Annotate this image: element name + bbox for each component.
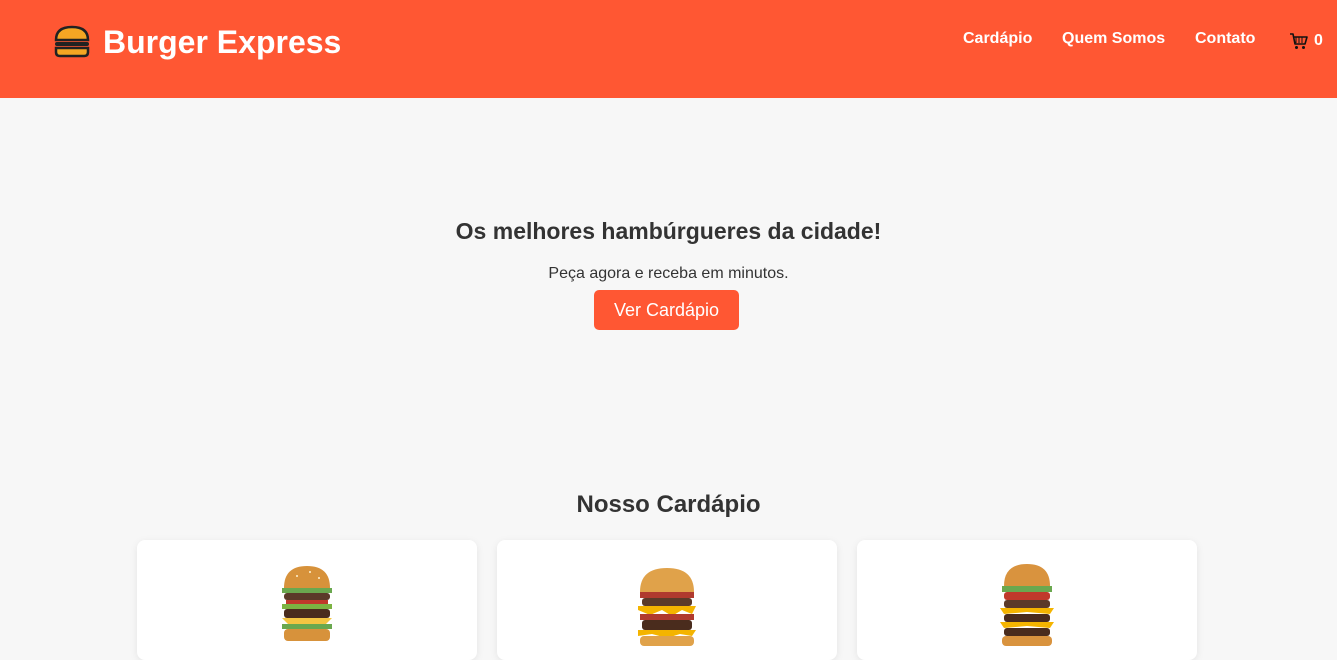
brand-title: Burger Express bbox=[103, 23, 342, 60]
burger-logo-icon bbox=[54, 25, 90, 58]
hero-subtitle: Peça agora e receba em minutos. bbox=[548, 265, 789, 282]
site-header: Burger Express Cardápio Quem Somos Conta… bbox=[0, 0, 1337, 98]
cart-count: 0 bbox=[1314, 32, 1323, 49]
menu-section-title: Nosso Cardápio bbox=[576, 491, 761, 518]
menu-card[interactable] bbox=[857, 540, 1197, 660]
hero-title: Os melhores hambúrgueres da cidade! bbox=[455, 218, 882, 244]
nav-link-quem-somos[interactable]: Quem Somos bbox=[1062, 30, 1165, 48]
cart-icon bbox=[1290, 33, 1308, 49]
menu-card[interactable] bbox=[497, 540, 837, 660]
view-menu-button[interactable]: Ver Cardápio bbox=[594, 290, 739, 330]
brand[interactable]: Burger Express bbox=[53, 22, 341, 62]
menu-card[interactable] bbox=[137, 540, 477, 660]
burger-bacon-cheese-icon bbox=[638, 568, 696, 646]
cart-button[interactable]: 0 bbox=[1289, 31, 1323, 51]
nav-link-cardapio[interactable]: Cardápio bbox=[963, 30, 1032, 48]
burger-triple-icon bbox=[1000, 564, 1054, 646]
nav-link-contato[interactable]: Contato bbox=[1195, 30, 1255, 48]
burger-classic-icon bbox=[282, 566, 332, 641]
